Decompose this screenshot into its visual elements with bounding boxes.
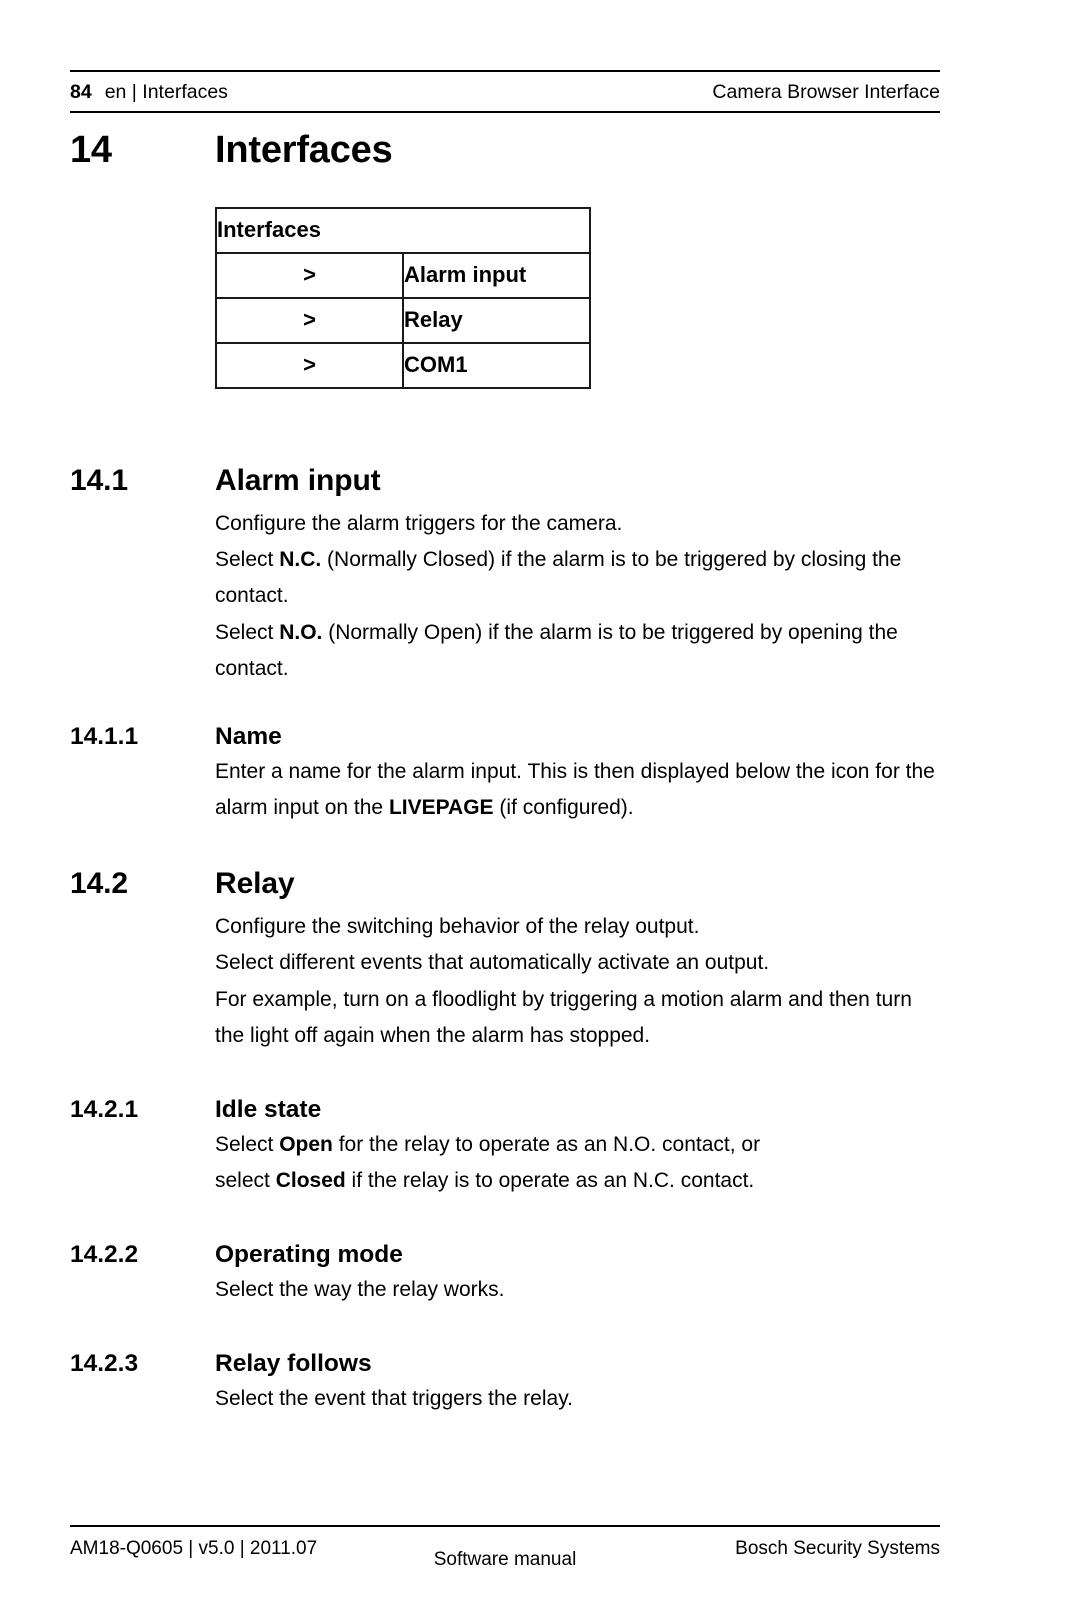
header-left-group: 84 en | Interfaces — [70, 81, 228, 104]
paragraph-text: Select the way the relay works. — [215, 1277, 505, 1301]
section-heading-14-2-3: 14.2.3 Relay follows — [70, 1350, 940, 1379]
emphasis-term: LIVEPAGE — [388, 795, 494, 819]
header-rule-bottom — [70, 111, 940, 113]
chapter-number: 14 — [70, 129, 112, 171]
table-row[interactable]: > Alarm input — [215, 251, 591, 299]
paragraph: Select the event that triggers the relay… — [215, 1381, 940, 1417]
paragraph: Select the way the relay works. — [215, 1272, 940, 1308]
section-body-14-2: Configure the switching behavior of the … — [215, 909, 940, 1053]
section-title: Relay follows — [215, 1349, 372, 1377]
section-title: Idle state — [215, 1095, 322, 1123]
paragraph-text: Select — [215, 1132, 280, 1156]
interfaces-menu-table: Interfaces > Alarm input > Relay > COM1 — [215, 206, 591, 389]
emphasis-term: N.O. — [279, 620, 323, 644]
paragraph-text: Select different events that automatical… — [215, 951, 770, 975]
section-body-14-2-2: Select the way the relay works. — [215, 1272, 940, 1308]
footer-row: AM18-Q0605 | v5.0 | 2011.07 Software man… — [70, 1527, 940, 1570]
section-title: Operating mode — [215, 1240, 403, 1268]
interfaces-menu-table-wrapper: Interfaces > Alarm input > Relay > COM1 — [215, 206, 940, 389]
footer-document-id: AM18-Q0605 | v5.0 | 2011.07 — [70, 1538, 318, 1559]
section-body-14-1: Configure the alarm triggers for the cam… — [215, 506, 940, 687]
document-page: 84 en | Interfaces Camera Browser Interf… — [0, 0, 1080, 1618]
paragraph: select Closed if the relay is to operate… — [215, 1163, 940, 1199]
page-footer: AM18-Q0605 | v5.0 | 2011.07 Software man… — [70, 1525, 940, 1570]
manual-title: Camera Browser Interface — [712, 81, 940, 103]
chapter-heading: 14 Interfaces — [70, 128, 940, 173]
section-number: 14.2 — [70, 866, 128, 900]
footer-publisher: Bosch Security Systems — [735, 1538, 940, 1559]
chevron-right-icon: > — [215, 251, 404, 299]
paragraph: Configure the switching behavior of the … — [215, 909, 940, 945]
section-number: 14.2.1 — [70, 1095, 139, 1123]
paragraph: Select N.O. (Normally Open) if the alarm… — [215, 615, 940, 687]
paragraph-text: select — [215, 1168, 276, 1192]
paragraph: Select N.C. (Normally Closed) if the ala… — [215, 542, 940, 614]
paragraph-text: (if configured). — [493, 795, 634, 819]
table-row[interactable]: > Relay — [215, 296, 591, 344]
paragraph-text: if the relay is to operate as an N.C. co… — [345, 1168, 755, 1192]
paragraph: Select Open for the relay to operate as … — [215, 1127, 940, 1163]
chapter-title: Interfaces — [215, 129, 393, 171]
paragraph: Enter a name for the alarm input. This i… — [215, 754, 940, 826]
breadcrumb: en | Interfaces — [104, 81, 228, 103]
section-title: Relay — [215, 866, 295, 900]
section-title: Name — [215, 722, 282, 750]
page-content: 14 Interfaces Interfaces > Alarm input > — [70, 128, 940, 1417]
menu-item-relay[interactable]: Relay — [402, 296, 591, 344]
section-body-14-2-1: Select Open for the relay to operate as … — [215, 1127, 940, 1199]
section-body-14-2-3: Select the event that triggers the relay… — [215, 1381, 940, 1417]
paragraph-text: For example, turn on a floodlight by tri… — [215, 987, 912, 1047]
menu-table-header-label: Interfaces — [215, 206, 591, 254]
section-number: 14.2.3 — [70, 1349, 139, 1377]
section-body-14-1-1: Enter a name for the alarm input. This i… — [215, 754, 940, 826]
emphasis-term: Closed — [275, 1168, 346, 1192]
paragraph: Configure the alarm triggers for the cam… — [215, 506, 940, 542]
footer-manual-type: Software manual — [433, 1549, 577, 1570]
emphasis-term: Open — [279, 1132, 333, 1156]
section-heading-14-1-1: 14.1.1 Name — [70, 723, 940, 752]
running-header: 84 en | Interfaces Camera Browser Interf… — [70, 70, 940, 113]
section-number: 14.1 — [70, 463, 128, 497]
chevron-right-icon: > — [215, 341, 404, 389]
section-number: 14.2.2 — [70, 1240, 139, 1268]
paragraph-text: Configure the alarm triggers for the cam… — [215, 512, 623, 536]
paragraph-text: Select — [215, 548, 280, 572]
emphasis-term: N.C. — [279, 548, 322, 572]
page-number: 84 — [70, 81, 92, 103]
paragraph-text: for the relay to operate as an N.O. cont… — [332, 1132, 761, 1156]
section-heading-14-1: 14.1 Alarm input — [70, 463, 940, 498]
paragraph-text: Select the event that triggers the relay… — [215, 1386, 573, 1410]
paragraph-text: Select — [215, 620, 280, 644]
menu-item-com1[interactable]: COM1 — [402, 341, 591, 389]
chevron-right-icon: > — [215, 296, 404, 344]
paragraph-text: Configure the switching behavior of the … — [215, 915, 700, 939]
section-heading-14-2-2: 14.2.2 Operating mode — [70, 1241, 940, 1270]
paragraph: For example, turn on a floodlight by tri… — [215, 982, 940, 1054]
paragraph: Select different events that automatical… — [215, 945, 940, 981]
section-title: Alarm input — [215, 463, 381, 497]
header-row: 84 en | Interfaces Camera Browser Interf… — [70, 72, 940, 111]
table-header-row: Interfaces — [215, 206, 591, 254]
menu-item-alarm-input[interactable]: Alarm input — [402, 251, 591, 299]
section-number: 14.1.1 — [70, 722, 139, 750]
section-heading-14-2: 14.2 Relay — [70, 866, 940, 901]
table-row[interactable]: > COM1 — [215, 341, 591, 389]
section-heading-14-2-1: 14.2.1 Idle state — [70, 1096, 940, 1125]
